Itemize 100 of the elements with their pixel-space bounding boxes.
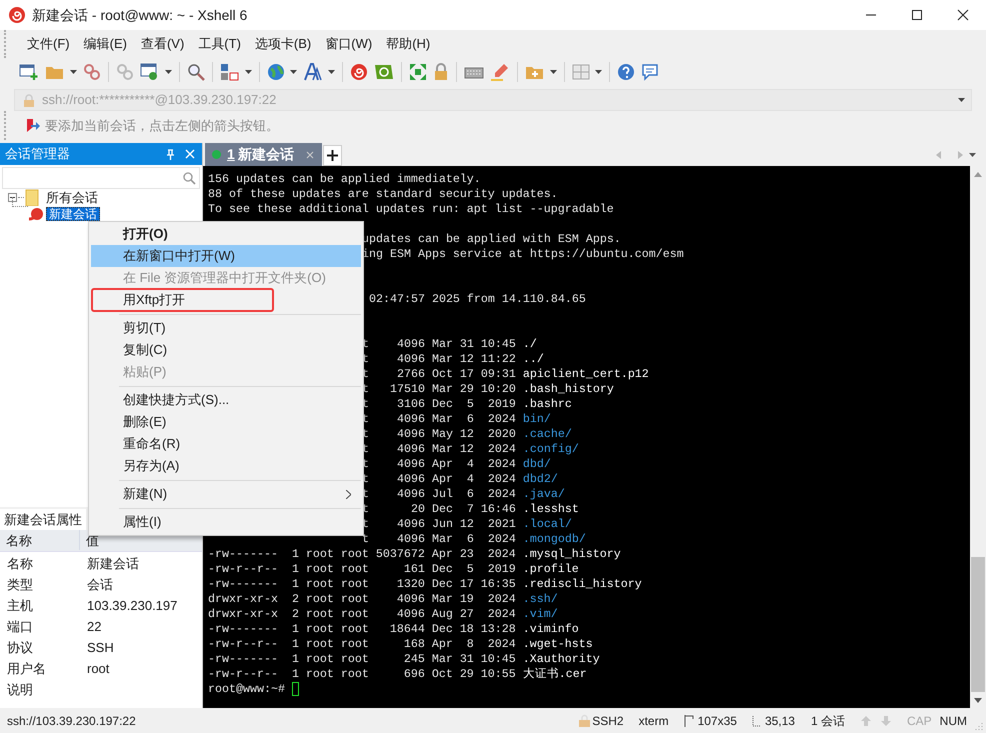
font-icon xyxy=(303,63,323,81)
property-value: 会话 xyxy=(86,576,113,594)
menu-item[interactable]: 用Xftp打开 xyxy=(91,288,274,312)
file-name: .mysql_history xyxy=(522,547,621,562)
caret-icon xyxy=(70,70,77,74)
caret-icon xyxy=(328,70,335,74)
property-name: 主机 xyxy=(6,596,34,615)
terminal-text: t 4096 Apr 4 2024 xyxy=(362,457,516,472)
panel-title: 会话管理器 xyxy=(5,145,71,164)
file-name: apiclient_cert.p12 xyxy=(522,367,649,382)
resize-grip-icon[interactable] xyxy=(975,722,983,730)
status-indicator: NUM xyxy=(940,712,967,730)
scroll-thumb[interactable] xyxy=(971,557,985,692)
file-name: ../ xyxy=(522,352,544,367)
menu-item[interactable]: 在新窗口中打开(W) xyxy=(91,245,361,267)
session-tab[interactable]: 1 新建会话 xyxy=(205,143,322,166)
menu-item[interactable]: 创建快捷方式(S)... xyxy=(91,389,361,411)
file-name: .ssh/ xyxy=(522,592,558,607)
status-cursor: 35,13 xyxy=(764,712,795,730)
menu-item[interactable]: 选项卡(B) xyxy=(248,32,318,56)
file-name: dbd/ xyxy=(522,457,551,472)
menu-item[interactable]: 复制(C) xyxy=(91,339,361,361)
menu-item[interactable]: 打开(O) xyxy=(91,223,361,245)
close-icon[interactable] xyxy=(185,149,195,159)
terminal-text: t 4096 May 12 2020 xyxy=(362,427,516,442)
terminal-text: 156 updates can be applied immediately. xyxy=(208,172,481,187)
pin-icon[interactable] xyxy=(166,148,175,160)
terminal-text: t 17510 Mar 29 10:20 xyxy=(362,382,516,397)
terminal-text: drwxr-xr-x 2 root root 4096 Aug 27 2024 xyxy=(208,607,516,622)
file-name: .viminfo xyxy=(522,622,579,637)
terminal-text: t 4096 Mar 31 10:45 xyxy=(362,337,516,352)
file-name: .bashrc xyxy=(522,397,572,412)
property-name: 类型 xyxy=(6,576,34,594)
property-value: SSH xyxy=(86,638,114,657)
caret-icon xyxy=(165,70,172,74)
resize-icon xyxy=(684,714,694,726)
menu-item[interactable]: 窗口(W) xyxy=(318,32,380,56)
menu-item[interactable]: 删除(E) xyxy=(91,411,361,433)
terminal-text: drwxr-xr-x 2 root root 4096 Mar 19 2024 xyxy=(208,592,516,607)
menu-item[interactable]: 查看(V) xyxy=(134,32,192,56)
properties-tab[interactable]: 新建会话属性 xyxy=(0,509,86,530)
terminal-text: ing ESM Apps service at https://ubuntu.com/esm xyxy=(362,247,684,262)
property-value: root xyxy=(86,660,110,678)
chat-icon xyxy=(641,63,659,81)
lock-icon xyxy=(433,63,449,81)
new-tab-button[interactable] xyxy=(323,145,342,166)
file-name: .bash_history xyxy=(522,382,614,397)
menu-item[interactable]: 文件(F) xyxy=(20,32,77,56)
minus-icon xyxy=(10,197,15,198)
collapse-toggle[interactable] xyxy=(8,193,17,202)
menu-item[interactable]: 工具(T) xyxy=(191,32,248,56)
file-name: .java/ xyxy=(522,487,565,502)
menu-item[interactable]: 新建(N) xyxy=(91,483,361,505)
menu-item[interactable]: 重命名(R) xyxy=(91,433,361,455)
property-name: 协议 xyxy=(6,638,34,657)
app-logo-icon xyxy=(8,6,26,24)
terminal-text: -rw-r--r-- 1 root root 168 Apr 8 2024 xyxy=(208,637,516,652)
menu-item[interactable]: 另存为(A) xyxy=(91,455,361,477)
caret-icon xyxy=(245,70,252,74)
property-value: 新建会话 xyxy=(86,554,139,573)
disconnect-icon xyxy=(83,63,101,81)
terminal-text: -rw-r--r-- 1 root root 161 Dec 5 2019 xyxy=(208,562,516,577)
terminal-text: t 4096 Mar 6 2024 xyxy=(362,532,516,547)
transfer-icon xyxy=(374,63,394,81)
folder-add-icon xyxy=(525,64,545,80)
tree-item[interactable]: 新建会话 xyxy=(46,207,100,221)
file-name: dbd2/ xyxy=(522,472,558,487)
settings-icon xyxy=(140,63,160,81)
caret-icon xyxy=(595,70,602,74)
new-session-icon xyxy=(19,63,39,81)
arrow-icon[interactable] xyxy=(26,118,40,132)
menu-item[interactable]: 属性(I) xyxy=(91,511,361,533)
terminal-text: t 4096 Mar 12 2024 xyxy=(362,442,516,457)
folder-icon xyxy=(45,64,65,80)
file-name: ./ xyxy=(522,337,537,352)
fullscreen-icon xyxy=(409,63,427,81)
menu-item[interactable]: 帮助(H) xyxy=(379,32,438,56)
globe-icon xyxy=(267,63,285,81)
search-field[interactable] xyxy=(2,167,200,189)
caret-icon xyxy=(550,70,557,74)
terminal-text: -rw-r--r-- 1 root root 696 Oct 29 10:55 xyxy=(208,667,516,682)
terminal-text: t 4096 Mar 6 2024 xyxy=(362,412,516,427)
dropdown-caret-icon[interactable] xyxy=(958,98,965,102)
property-name: 用户名 xyxy=(6,660,47,678)
tree-item[interactable]: 所有会话 xyxy=(44,188,100,208)
file-name: .mongodb/ xyxy=(522,532,586,547)
menu-item[interactable]: 编辑(E) xyxy=(76,32,134,56)
file-name: .Xauthority xyxy=(522,652,600,667)
tab-scroll-icon[interactable] xyxy=(936,151,976,159)
status-terminal-type: xterm xyxy=(638,712,669,730)
status-address: ssh://103.39.230.197:22 xyxy=(7,712,137,730)
terminal-text: To see these additional updates run: apt list --upgradable xyxy=(208,202,614,217)
link-icon xyxy=(116,63,134,81)
help-icon xyxy=(617,63,635,81)
terminal-text: t 20 Dec 7 16:46 xyxy=(362,502,516,517)
menu-item[interactable]: 剪切(T) xyxy=(91,317,361,339)
status-indicator: CAP xyxy=(906,712,932,730)
column-header[interactable]: 名称 xyxy=(0,530,80,550)
maximize-icon xyxy=(911,9,923,21)
status-size: 107x35 xyxy=(698,712,737,730)
